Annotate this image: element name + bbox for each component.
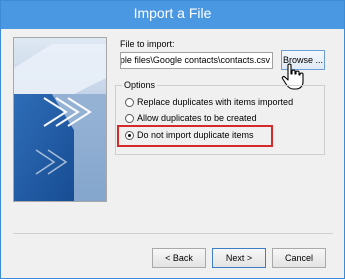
title-bar: Import a File [1,1,344,29]
highlight-box [117,125,273,147]
import-file-dialog: Import a File File to import: mple files… [0,0,345,279]
dialog-title: Import a File [133,5,212,21]
replace-duplicates-label: Replace duplicates with items imported [137,97,294,107]
file-path-input[interactable]: mple files\Google contacts\contacts.csv [120,52,273,69]
back-button[interactable]: < Back [152,248,206,268]
wizard-illustration [13,37,107,202]
replace-duplicates-radio[interactable] [125,97,134,107]
allow-duplicates-radio[interactable] [125,113,134,123]
wizard-graphic-icon [14,38,106,201]
file-path-value: mple files\Google contacts\contacts.csv [120,55,270,65]
options-legend: Options [122,80,158,90]
next-button[interactable]: Next > [212,248,266,268]
file-to-import-label: File to import: [120,39,175,49]
footer-divider [13,233,333,234]
replace-duplicates-option[interactable]: Replace duplicates with items imported [125,96,293,108]
allow-duplicates-option[interactable]: Allow duplicates to be created [125,112,257,124]
allow-duplicates-label: Allow duplicates to be created [137,113,257,123]
cancel-button[interactable]: Cancel [272,248,326,268]
